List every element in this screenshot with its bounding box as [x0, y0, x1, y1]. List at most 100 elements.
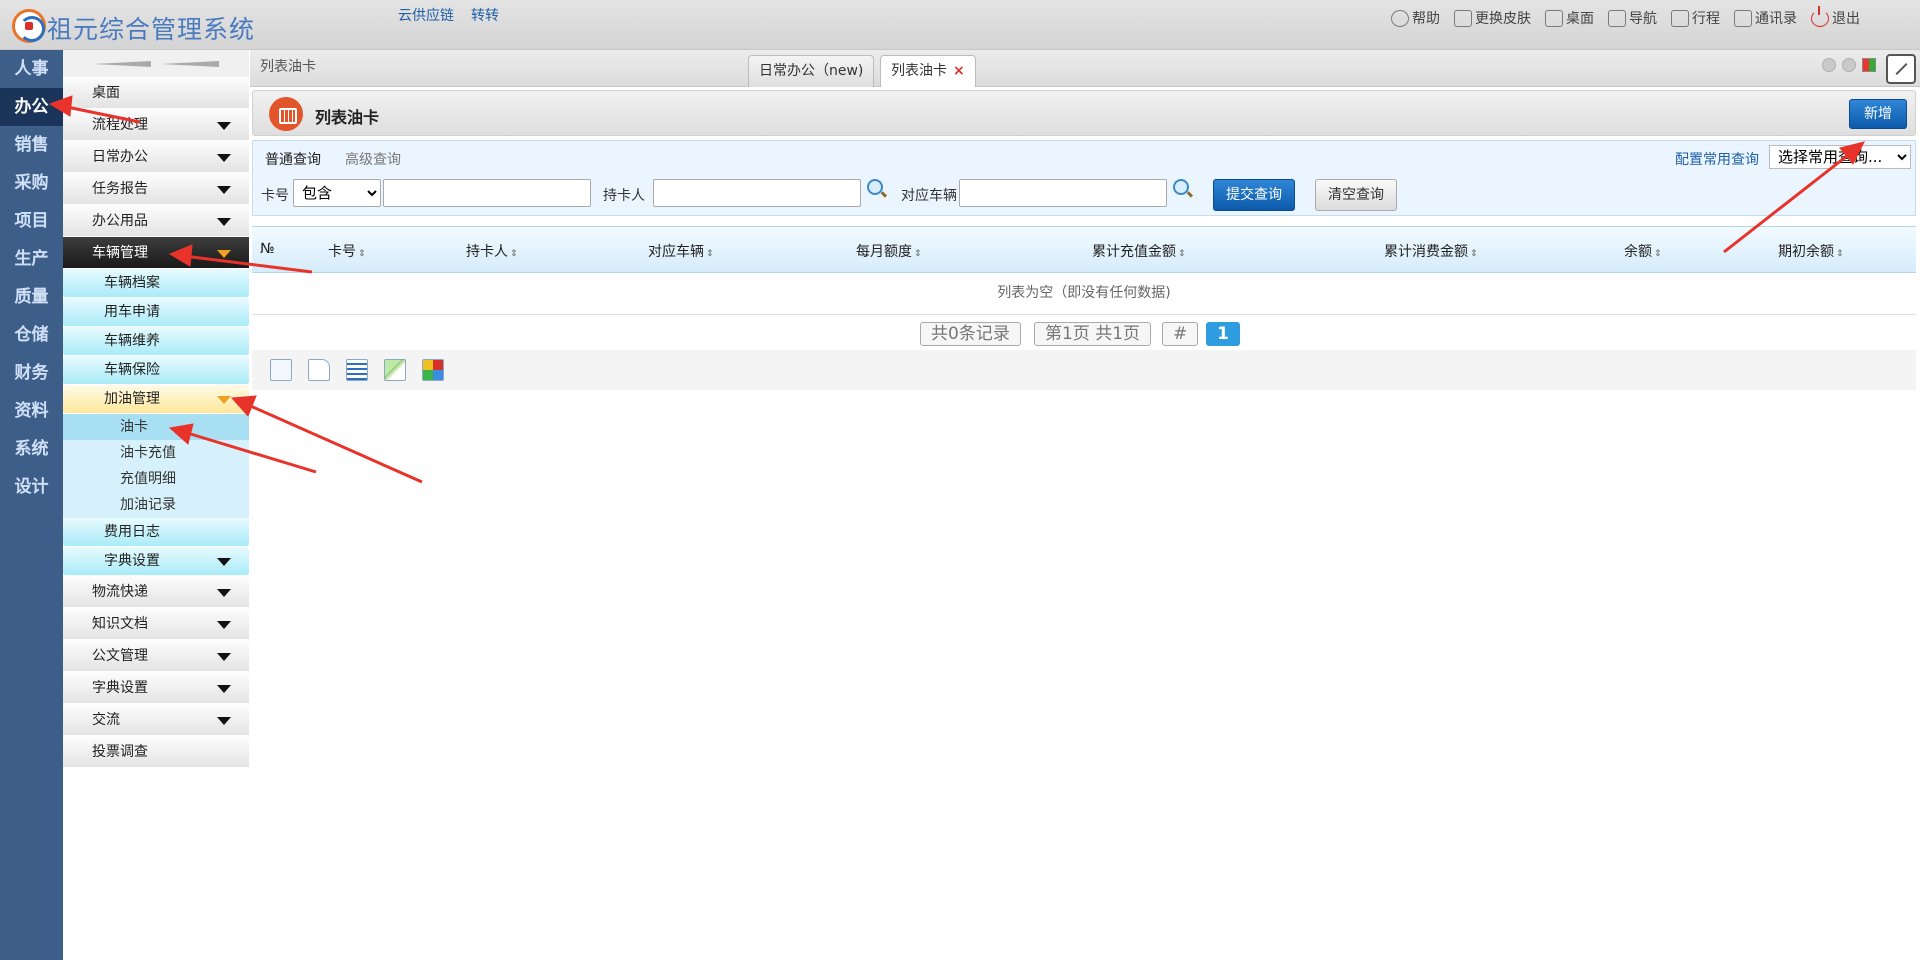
submit-query-button[interactable]: 提交查询 — [1213, 179, 1295, 211]
tab-simple-query[interactable]: 普通查询 — [265, 149, 321, 169]
menu-item-recharge-details[interactable]: 充值明细 — [63, 466, 249, 492]
new-doc-icon[interactable] — [308, 359, 330, 381]
menu-item-logistics[interactable]: 物流快递 — [63, 576, 249, 608]
top-header: 祖元综合管理系统 云供应链 转转 帮助 更换皮肤 桌面 导航 行程 通讯录 退出 — [0, 0, 1920, 50]
help-icon — [1391, 9, 1409, 27]
module-documents[interactable]: 资料 — [0, 392, 63, 430]
pager-page-1[interactable]: 1 — [1206, 322, 1240, 346]
sort-icon: ⇕ — [358, 249, 366, 259]
col-label: 累计消费金额 — [1384, 244, 1468, 260]
holder-input[interactable] — [653, 179, 861, 207]
vehicle-input[interactable] — [959, 179, 1167, 207]
menu-item-fuel-card[interactable]: 油卡 — [63, 414, 249, 440]
menu-item-survey[interactable]: 投票调查 — [63, 736, 249, 768]
col-label: 每月额度 — [856, 244, 912, 260]
saved-query-select[interactable]: 选择常用查询... — [1769, 145, 1911, 169]
tab-fuel-card-list[interactable]: 列表油卡 × — [880, 55, 976, 87]
logout-button[interactable]: 退出 — [1811, 5, 1860, 28]
clear-query-button[interactable]: 清空查询 — [1315, 179, 1397, 211]
menu-item-desktop[interactable]: 桌面 — [63, 77, 249, 109]
col-total-recharge[interactable]: 累计充值金额 ⇕ — [1092, 241, 1186, 261]
top-toolbar: 帮助 更换皮肤 桌面 导航 行程 通讯录 退出 — [1391, 5, 1860, 28]
menu-item-label: 办公用品 — [92, 213, 148, 229]
menu-item-refuel-records[interactable]: 加油记录 — [63, 492, 249, 518]
tab-menu-icon[interactable] — [1862, 58, 1876, 72]
module-design[interactable]: 设计 — [0, 468, 63, 506]
menu-item-fuel-management[interactable]: 加油管理 — [63, 385, 249, 414]
col-opening-balance[interactable]: 期初余额 ⇕ — [1778, 241, 1844, 261]
tab-advanced-query[interactable]: 高级查询 — [345, 149, 401, 169]
add-button[interactable]: 新增 — [1849, 99, 1907, 129]
module-quality[interactable]: 质量 — [0, 278, 63, 316]
edit-icon[interactable] — [384, 359, 406, 381]
app-title: 祖元综合管理系统 — [47, 15, 256, 44]
select-all-icon[interactable] — [270, 359, 292, 381]
menu-item-label: 桌面 — [92, 85, 120, 101]
nav-grid-icon — [1608, 9, 1626, 27]
col-holder[interactable]: 持卡人 ⇕ — [466, 241, 518, 261]
sort-icon: ⇕ — [914, 249, 922, 259]
col-card-no[interactable]: 卡号 ⇕ — [328, 241, 366, 261]
collapse-chevron-icon — [93, 60, 151, 67]
grid-icon[interactable] — [346, 359, 368, 381]
schedule-button[interactable]: 行程 — [1671, 8, 1720, 28]
tab-next-icon[interactable] — [1842, 58, 1856, 72]
tab-prev-icon[interactable] — [1822, 58, 1836, 72]
desktop-button[interactable]: 桌面 — [1545, 8, 1594, 28]
help-label: 帮助 — [1412, 11, 1440, 27]
fullscreen-icon[interactable] — [1886, 54, 1916, 84]
bottom-toolbar — [252, 350, 1916, 390]
menu-item-label: 任务报告 — [92, 181, 148, 197]
link-cloud-supply[interactable]: 云供应链 — [398, 5, 454, 25]
vehicle-search-icon[interactable] — [1173, 179, 1189, 195]
module-project[interactable]: 项目 — [0, 202, 63, 240]
link-transfer[interactable]: 转转 — [471, 5, 499, 25]
power-icon — [1811, 5, 1829, 27]
module-production[interactable]: 生产 — [0, 240, 63, 278]
pager-jump[interactable]: # — [1162, 322, 1199, 346]
module-hr[interactable]: 人事 — [0, 50, 63, 88]
module-warehouse[interactable]: 仓储 — [0, 316, 63, 354]
holder-search-icon[interactable] — [867, 179, 883, 195]
menu-item-task-report[interactable]: 任务报告 — [63, 173, 249, 205]
close-icon[interactable]: × — [953, 63, 965, 79]
menu-item-label: 字典设置 — [104, 553, 160, 569]
menu-item-fuel-card-recharge[interactable]: 油卡充值 — [63, 440, 249, 466]
menu-item-dictionary[interactable]: 字典设置 — [63, 672, 249, 704]
module-sales[interactable]: 销售 — [0, 126, 63, 164]
col-vehicle[interactable]: 对应车辆 ⇕ — [648, 241, 714, 261]
menu-item-vehicle-request[interactable]: 用车申请 — [63, 298, 249, 327]
col-total-consumption[interactable]: 累计消费金额 ⇕ — [1384, 241, 1478, 261]
navigation-button[interactable]: 导航 — [1608, 8, 1657, 28]
configure-saved-query-link[interactable]: 配置常用查询 — [1675, 149, 1759, 169]
menu-item-vehicle-dictionary[interactable]: 字典设置 — [63, 547, 249, 576]
query-panel: 普通查询 高级查询 配置常用查询 选择常用查询... 卡号 包含 持卡人 对应车… — [252, 140, 1916, 216]
menu-collapse-toggle[interactable] — [63, 50, 249, 77]
card-no-operator-select[interactable]: 包含 — [293, 179, 381, 207]
module-office[interactable]: 办公 — [0, 88, 63, 126]
menu-item-office-supplies[interactable]: 办公用品 — [63, 205, 249, 237]
menu-item-label: 车辆管理 — [92, 245, 148, 261]
change-skin-button[interactable]: 更换皮肤 — [1454, 8, 1531, 28]
help-button[interactable]: 帮助 — [1391, 8, 1440, 28]
menu-item-vehicle-archive[interactable]: 车辆档案 — [63, 269, 249, 298]
menu-item-vehicle-maintenance[interactable]: 车辆维养 — [63, 327, 249, 356]
menu-item-knowledge-docs[interactable]: 知识文档 — [63, 608, 249, 640]
menu-item-expense-log[interactable]: 费用日志 — [63, 518, 249, 547]
col-label: 对应车辆 — [648, 244, 704, 260]
col-monthly-quota[interactable]: 每月额度 ⇕ — [856, 241, 922, 261]
tab-daily-office[interactable]: 日常办公（new) — [748, 55, 875, 87]
menu-item-vehicle-insurance[interactable]: 车辆保险 — [63, 356, 249, 385]
menu-item-official-docs[interactable]: 公文管理 — [63, 640, 249, 672]
module-purchase[interactable]: 采购 — [0, 164, 63, 202]
card-no-input[interactable] — [383, 179, 591, 207]
menu-item-daily-office[interactable]: 日常办公 — [63, 141, 249, 173]
contacts-button[interactable]: 通讯录 — [1734, 8, 1797, 28]
menu-item-communication[interactable]: 交流 — [63, 704, 249, 736]
module-system[interactable]: 系统 — [0, 430, 63, 468]
puzzle-icon[interactable] — [422, 359, 444, 381]
module-finance[interactable]: 财务 — [0, 354, 63, 392]
col-balance[interactable]: 余额 ⇕ — [1624, 241, 1662, 261]
menu-item-process[interactable]: 流程处理 — [63, 109, 249, 141]
menu-item-vehicle-management[interactable]: 车辆管理 — [63, 237, 249, 269]
